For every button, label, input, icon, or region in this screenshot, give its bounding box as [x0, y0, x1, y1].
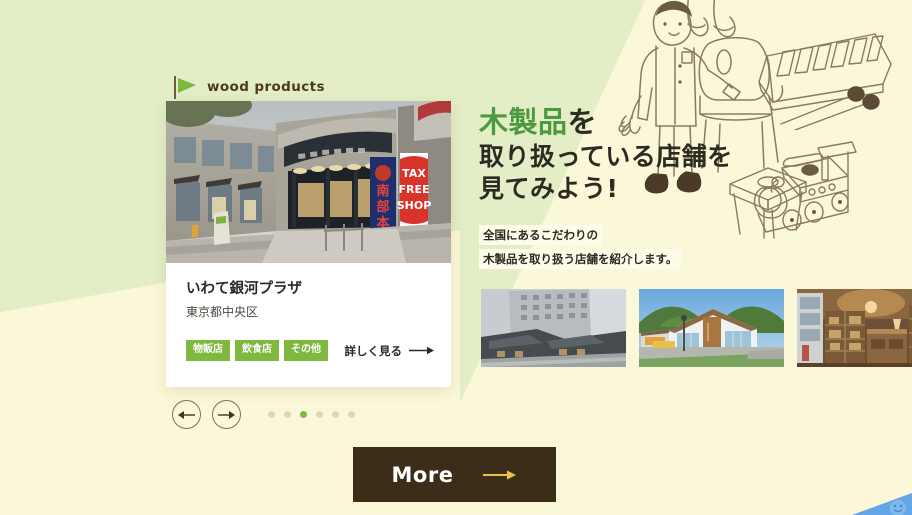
flag-icon [174, 76, 196, 99]
thumbnail-modern-hall-image [639, 289, 784, 367]
carousel-dot[interactable] [348, 411, 355, 418]
carousel-dot[interactable] [332, 411, 339, 418]
thumbnail-wooden-shop-interior[interactable] [797, 289, 912, 367]
store-tag-list: 物販店 飲食店 その他 [186, 340, 328, 361]
svg-text:TAX: TAX [402, 167, 426, 180]
store-detail-link[interactable]: 詳しく見る [345, 343, 436, 359]
section-label-text: wood products [207, 79, 325, 95]
lead-paragraph: 全国にあるこだわりの 木製品を取り扱う店舗を紹介します。 [479, 224, 682, 272]
carousel-next-button[interactable] [212, 400, 241, 429]
carousel-controls [172, 400, 355, 429]
headline-line-1-rest: を [567, 105, 598, 139]
thumbnail-strip [481, 289, 912, 367]
carousel-dot[interactable] [268, 411, 275, 418]
page-title: 木製品を 取り扱っている店舗を 見てみよう! [479, 104, 733, 205]
store-card-body: いわて銀河プラザ 東京都中央区 [166, 263, 451, 320]
store-tag[interactable]: 飲食店 [235, 340, 279, 361]
arrow-right-icon [409, 346, 434, 355]
store-card-footer: 物販店 飲食店 その他 詳しく見る [186, 340, 435, 361]
carousel-dot[interactable] [316, 411, 323, 418]
lead-line-2: 木製品を取り扱う店舗を紹介します。 [479, 249, 682, 269]
svg-text:南: 南 [376, 183, 389, 199]
arrow-right-icon [218, 410, 235, 419]
thumbnail-street-building[interactable] [481, 289, 626, 367]
corner-badge-icon [852, 493, 912, 515]
store-photo-image: 南 部 本 TAX FREE SHOP [166, 101, 451, 263]
toy-train-illustration [753, 141, 857, 233]
headline-line-1: 木製品を [479, 104, 733, 141]
more-button-label: More [391, 462, 454, 487]
thumbnail-street-building-image [481, 289, 626, 367]
page-corner-badge[interactable] [852, 485, 912, 515]
carousel-dots [268, 411, 355, 418]
headline-line-3: 見てみよう! [479, 174, 619, 204]
headline-accent: 木製品 [479, 105, 568, 139]
store-name: いわて銀河プラザ [186, 281, 302, 297]
store-area: 東京都中央区 [186, 305, 259, 319]
arrow-right-icon [483, 470, 517, 479]
hanging-legs-illustration [686, 0, 736, 38]
thumbnail-modern-hall[interactable] [639, 289, 784, 367]
lead-line-1: 全国にあるこだわりの [479, 225, 602, 245]
more-button[interactable]: More [353, 447, 556, 502]
arrow-left-icon [178, 410, 195, 419]
carousel-prev-button[interactable] [172, 400, 201, 429]
store-photo: 南 部 本 TAX FREE SHOP [166, 101, 451, 263]
svg-text:部: 部 [376, 199, 389, 215]
featured-store-card[interactable]: 南 部 本 TAX FREE SHOP いわて銀河プラザ 東京都中央区 物販店 … [166, 101, 451, 387]
stool-illustration [729, 167, 807, 239]
store-detail-link-label: 詳しく見る [344, 343, 403, 358]
page-root: wood products 南 部 本 TAX FREE SHOP いわて銀河プ… [0, 0, 912, 515]
store-tag[interactable]: 物販店 [186, 340, 230, 361]
xylophone-illustration [758, 33, 892, 130]
section-label: wood products [172, 74, 325, 100]
svg-text:SHOP: SHOP [397, 199, 432, 212]
svg-text:FREE: FREE [398, 183, 429, 196]
thumbnail-wooden-shop-interior-image [797, 289, 912, 367]
carousel-dot-active[interactable] [300, 411, 307, 418]
store-tag[interactable]: その他 [284, 340, 328, 361]
carousel-dot[interactable] [284, 411, 291, 418]
headline-line-2: 取り扱っている店舗を [479, 142, 733, 172]
